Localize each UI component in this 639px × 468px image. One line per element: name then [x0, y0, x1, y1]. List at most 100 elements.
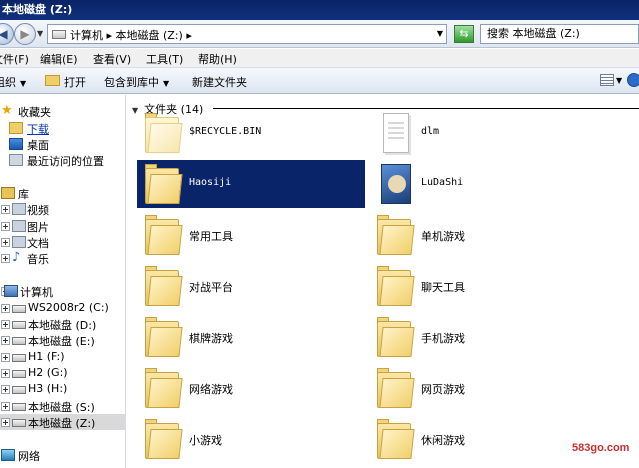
nav-drive[interactable]: H1 (F:)	[0, 349, 125, 365]
address-field[interactable]: 计算机 ▸ 本地磁盘 (Z:) ▸ ▼	[47, 24, 447, 44]
back-button[interactable]: ◀	[0, 23, 14, 45]
nav-drive[interactable]: WS2008r2 (C:)	[0, 300, 125, 316]
nav-computer[interactable]: 计算机	[0, 283, 125, 299]
file-item[interactable]: 常用工具	[137, 211, 365, 259]
file-name: 手机游戏	[421, 332, 465, 345]
search-input[interactable]: 搜索 本地磁盘 (Z:)	[480, 24, 639, 44]
nav-favorites[interactable]: ★ 收藏夹	[0, 103, 125, 119]
nav-libraries[interactable]: 库	[0, 185, 125, 201]
file-item[interactable]: 手机游戏	[369, 313, 597, 361]
folder-icon	[375, 213, 415, 257]
nav-network[interactable]: 网络	[0, 447, 125, 463]
folder-icon	[143, 366, 183, 410]
address-path[interactable]: 计算机 ▸ 本地磁盘 (Z:) ▸	[70, 27, 192, 43]
file-item[interactable]: 休闲游戏	[369, 415, 597, 463]
file-item[interactable]: dlm	[369, 109, 597, 157]
new-folder-button[interactable]: 新建文件夹	[192, 74, 247, 90]
nav-label: 本地磁盘 (Z:)	[28, 417, 96, 430]
expand-icon[interactable]	[1, 402, 10, 411]
refresh-button[interactable]: ⇆	[454, 25, 474, 43]
expand-icon[interactable]	[1, 304, 10, 313]
chevron-down-icon[interactable]: ▼	[616, 76, 622, 85]
nav-label: 音乐	[27, 253, 49, 266]
drive-icon	[12, 386, 26, 394]
music-note-icon: ♪	[12, 250, 21, 265]
menu-tools[interactable]: 工具(T)	[146, 51, 183, 67]
nav-drive[interactable]: H2 (G:)	[0, 365, 125, 381]
nav-label: 本地磁盘 (S:)	[28, 401, 95, 414]
expand-icon[interactable]	[1, 385, 10, 394]
open-button[interactable]: 打开	[64, 74, 86, 90]
expand-icon[interactable]	[1, 336, 10, 345]
expand-icon[interactable]	[1, 353, 10, 362]
file-name: Haosiji	[189, 177, 232, 188]
file-name: 常用工具	[189, 230, 233, 243]
file-item[interactable]: 网络游戏	[137, 364, 365, 412]
command-bar: 组织 ▼ 打开 包含到库中 ▼ 新建文件夹 ▼	[0, 68, 639, 94]
expand-icon[interactable]	[1, 418, 10, 427]
file-item[interactable]: LuDaShi	[369, 160, 597, 208]
nav-desktop[interactable]: 桌面	[0, 136, 125, 152]
expand-icon[interactable]	[1, 238, 10, 247]
nav-documents[interactable]: 文档	[0, 234, 125, 250]
file-list[interactable]: ▼ 文件夹 (14) $RECYCLE.BIN dlm Haosiji LuDaShi 常…	[127, 95, 639, 468]
address-bar: ◀ ▶ ▼ 计算机 ▸ 本地磁盘 (Z:) ▸ ▼ ⇆ 搜索 本地磁盘 (Z:)	[0, 20, 639, 48]
expand-icon[interactable]	[1, 222, 10, 231]
nav-pictures[interactable]: 图片	[0, 218, 125, 234]
library-icon	[1, 187, 15, 199]
star-icon: ★	[1, 103, 13, 118]
document-icon	[375, 111, 415, 155]
view-options-icon[interactable]	[600, 74, 614, 86]
nav-music[interactable]: ♪ 音乐	[0, 250, 125, 266]
drive-icon	[12, 370, 26, 378]
expand-icon[interactable]	[1, 254, 10, 263]
file-item[interactable]: 网页游戏	[369, 364, 597, 412]
nav-downloads[interactable]: 下载	[0, 120, 125, 136]
nav-label: 本地磁盘 (D:)	[28, 319, 97, 332]
folder-icon	[143, 417, 183, 461]
nav-drive[interactable]: 本地磁盘 (D:)	[0, 316, 125, 332]
forward-button[interactable]: ▶	[14, 23, 36, 45]
nav-videos[interactable]: 视频	[0, 201, 125, 217]
computer-icon	[4, 285, 18, 297]
menu-view[interactable]: 查看(V)	[93, 51, 131, 67]
menu-help[interactable]: 帮助(H)	[198, 51, 237, 67]
menu-bar: 文件(F) 编辑(E) 查看(V) 工具(T) 帮助(H)	[0, 49, 639, 68]
drive-icon	[52, 30, 66, 39]
nav-drive[interactable]: H3 (H:)	[0, 381, 125, 397]
expand-icon[interactable]	[1, 369, 10, 378]
folder-icon	[375, 417, 415, 461]
file-item[interactable]: 单机游戏	[369, 211, 597, 259]
organize-button[interactable]: 组织 ▼	[0, 74, 26, 90]
folder-icon	[375, 315, 415, 359]
file-item[interactable]: 小游戏	[137, 415, 365, 463]
nav-label: H2 (G:)	[28, 366, 68, 379]
folder-icon	[143, 315, 183, 359]
expand-icon[interactable]	[1, 205, 10, 214]
recent-pages-dropdown[interactable]: ▼	[37, 29, 43, 38]
nav-label: WS2008r2 (C:)	[28, 301, 109, 314]
file-item[interactable]: 聊天工具	[369, 262, 597, 310]
nav-drive[interactable]: 本地磁盘 (S:)	[0, 398, 125, 414]
image-icon	[375, 162, 415, 206]
nav-drive[interactable]: 本地磁盘 (E:)	[0, 332, 125, 348]
file-item[interactable]: 对战平台	[137, 262, 365, 310]
expand-icon[interactable]	[1, 320, 10, 329]
folder-icon	[375, 366, 415, 410]
help-icon[interactable]	[627, 73, 639, 87]
chevron-down-icon[interactable]: ▼	[437, 29, 443, 38]
drive-icon	[12, 419, 26, 427]
nav-label: 最近访问的位置	[27, 155, 104, 168]
window-title: 本地磁盘 (Z:)	[0, 0, 639, 20]
menu-edit[interactable]: 编辑(E)	[40, 51, 78, 67]
desktop-icon	[9, 138, 23, 150]
file-item[interactable]: $RECYCLE.BIN	[137, 109, 365, 157]
file-item[interactable]: Haosiji	[137, 160, 365, 208]
drive-icon	[12, 337, 26, 345]
nav-recent-places[interactable]: 最近访问的位置	[0, 152, 125, 168]
include-in-library-button[interactable]: 包含到库中 ▼	[104, 74, 169, 90]
file-item[interactable]: 棋牌游戏	[137, 313, 365, 361]
nav-drive-selected[interactable]: 本地磁盘 (Z:)	[0, 414, 125, 430]
nav-label: 收藏夹	[18, 106, 51, 119]
menu-file[interactable]: 文件(F)	[0, 51, 29, 67]
